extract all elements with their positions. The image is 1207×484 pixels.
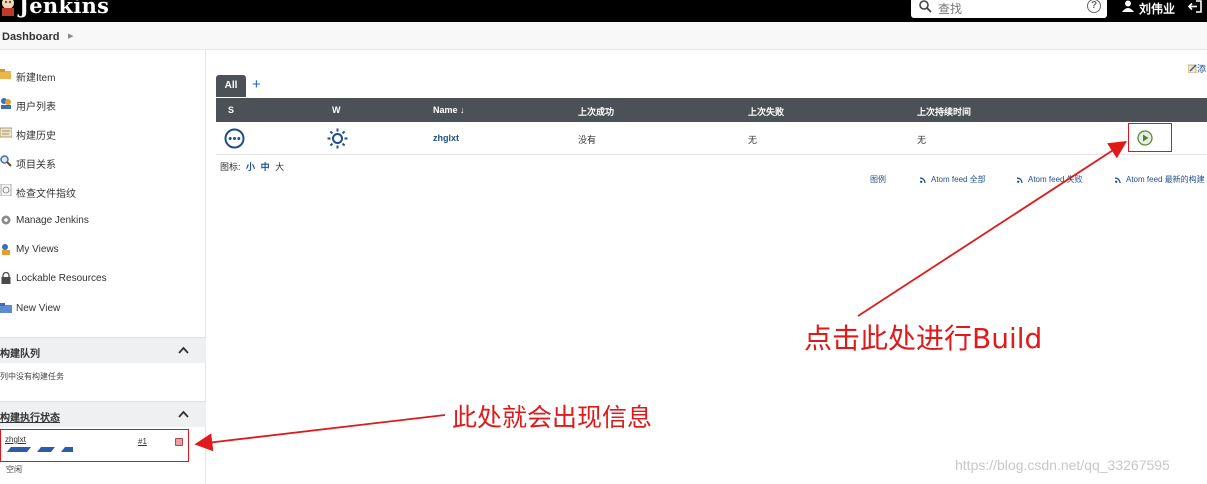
atom-feed-latest-label: Atom feed 最新的构建 [1126, 175, 1205, 184]
info-hint-annotation: 此处就会出现信息 [452, 403, 653, 432]
chevron-up-icon[interactable] [178, 410, 189, 418]
new-item-icon [0, 69, 11, 79]
search-input[interactable]: 查找 [938, 0, 962, 17]
job-name-link[interactable]: zhglxt [433, 133, 459, 143]
breadcrumb-chevron-icon[interactable]: ▶ [68, 32, 73, 40]
table-row: zhglxt 没有 无 无 [216, 122, 1207, 155]
build-hint-annotation: 点击此处进行Build [804, 322, 1043, 355]
user-views-icon [2, 244, 10, 255]
atom-feed-all-label: Atom feed 全部 [931, 175, 986, 184]
add-view-tab[interactable]: + [252, 76, 261, 93]
atom-feed-failed-link[interactable]: Atom feed 失败 [1017, 174, 1083, 185]
sunny-weather-icon [327, 128, 348, 149]
search-icon [919, 0, 932, 13]
column-last-failure[interactable]: 上次失败 [748, 105, 784, 118]
column-status[interactable]: S [228, 105, 234, 115]
column-name[interactable]: Name ↓ [433, 105, 465, 115]
column-weather[interactable]: W [332, 105, 341, 115]
icon-size-label: 图标: [220, 162, 241, 172]
search-icon [0, 155, 12, 167]
gear-icon [1, 215, 11, 225]
add-description-label: 添 [1197, 64, 1207, 74]
sidebar-item-label: Lockable Resources [16, 273, 107, 284]
sidebar-item-label: 构建历史 [16, 131, 56, 142]
folder-icon [0, 303, 12, 313]
chevron-up-icon[interactable] [178, 346, 189, 354]
executors-header[interactable]: 构建执行状态 [0, 401, 206, 427]
build-button-highlight-box [1128, 123, 1172, 152]
tab-all[interactable]: All [216, 75, 246, 97]
column-last-duration[interactable]: 上次持续时间 [917, 105, 971, 118]
atom-feed-all-link[interactable]: Atom feed 全部 [920, 174, 986, 185]
build-queue-header[interactable]: 构建队列 [0, 337, 206, 363]
add-description-link[interactable]: 添 [1187, 62, 1207, 75]
help-icon[interactable]: ? [1087, 0, 1101, 13]
build-queue-empty-text: 列中没有构建任务 [0, 372, 64, 381]
sidebar-item-label: 项目关系 [16, 160, 56, 171]
last-duration-cell: 无 [917, 135, 927, 145]
edit-description-icon [1187, 64, 1197, 74]
jenkins-logo[interactable] [0, 0, 16, 16]
executor-progress-bar [7, 447, 73, 452]
build-history-icon [0, 127, 12, 138]
sidebar-item-label: New View [16, 303, 61, 314]
watermark: https://blog.csdn.net/qq_33267595 [955, 457, 1170, 473]
rss-icon [1017, 177, 1023, 183]
executor-idle-status: 空闲 [6, 465, 22, 474]
atom-feed-latest-link[interactable]: Atom feed 最新的构建 [1115, 174, 1205, 185]
executor-highlight-box: zhglxt #1 [0, 429, 189, 462]
people-icon [1, 98, 11, 109]
jobs-table-header: S W Name ↓ 上次成功 上次失败 上次持续时间 [216, 98, 1207, 122]
executors-title[interactable]: 构建执行状态 [0, 409, 60, 424]
executor-job-link[interactable]: zhglxt [5, 435, 26, 444]
breadcrumb: Dashboard ▶ [0, 22, 1207, 50]
icon-size-medium[interactable]: 中 [261, 162, 270, 172]
stop-build-icon[interactable] [175, 438, 183, 446]
atom-feed-failed-label: Atom feed 失败 [1028, 175, 1083, 184]
sidebar-item-label: 新建Item [16, 73, 56, 84]
last-failure-cell: 无 [748, 135, 758, 145]
icon-size-selector: 图标: 小 中 大 [220, 160, 284, 173]
username-link[interactable]: 刘伟业 [1139, 0, 1175, 17]
executor-build-number[interactable]: #1 [138, 437, 147, 446]
rss-icon [920, 177, 926, 183]
not-built-status-icon [224, 128, 245, 149]
search-box[interactable]: 查找 ? [911, 0, 1107, 18]
sidebar-item-label: 检查文件指纹 [16, 189, 76, 200]
build-hint-arrow [857, 141, 1128, 317]
sidebar-item-label: 用户列表 [16, 102, 56, 113]
build-queue-title: 构建队列 [0, 349, 40, 360]
jenkins-brand[interactable]: Jenkins [19, 0, 109, 18]
lock-icon [1, 272, 11, 284]
column-last-success[interactable]: 上次成功 [578, 105, 614, 118]
logout-icon[interactable] [1187, 0, 1203, 13]
sidebar-item-label: Manage Jenkins [16, 215, 89, 226]
sidebar-item-label: My Views [16, 244, 59, 255]
rss-icon [1115, 177, 1121, 183]
breadcrumb-dashboard[interactable]: Dashboard [2, 31, 59, 43]
last-success-cell: 没有 [578, 135, 597, 145]
fingerprint-icon [0, 184, 12, 196]
legend-link[interactable]: 图例 [870, 174, 886, 185]
user-icon[interactable] [1122, 0, 1134, 12]
icon-size-small[interactable]: 小 [246, 162, 255, 172]
top-bar: Jenkins 查找 ? 刘伟业 [0, 0, 1207, 22]
icon-size-large[interactable]: 大 [275, 162, 284, 172]
info-hint-arrow [194, 414, 446, 452]
